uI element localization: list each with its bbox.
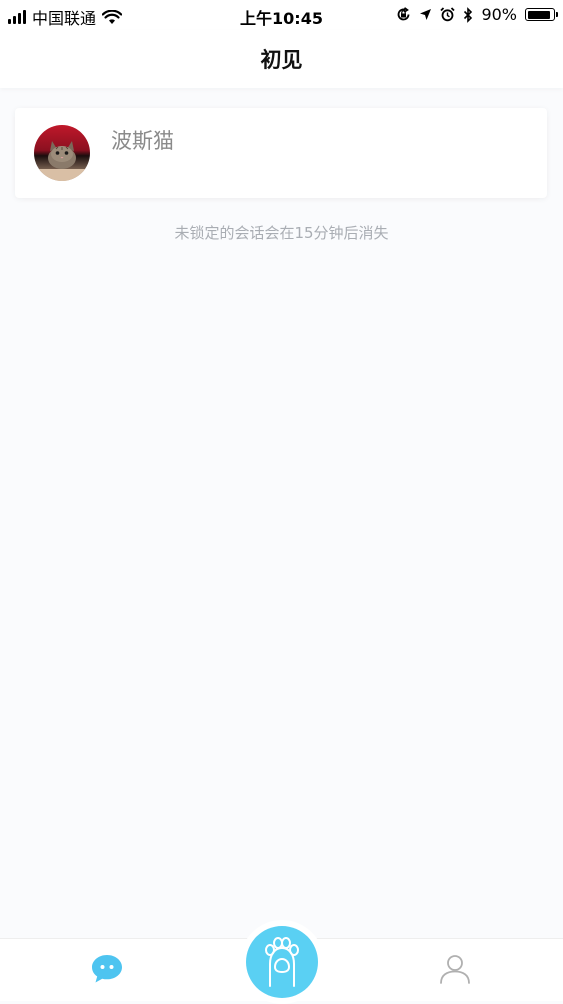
nav-bar: 初见 [0, 30, 563, 88]
paw-match-button[interactable] [240, 920, 324, 1004]
chat-bubble-icon [92, 955, 122, 983]
expiry-notice: 未锁定的会话会在15分钟后消失 [174, 224, 389, 242]
alarm-icon [440, 7, 456, 22]
status-right: 90% [396, 5, 558, 24]
bluetooth-icon [464, 6, 473, 23]
session-item[interactable]: 波斯猫 [15, 108, 547, 198]
session-name: 波斯猫 [111, 129, 174, 153]
page-title: 初见 [260, 48, 303, 72]
paw-icon [265, 937, 299, 987]
paw-button-circle [246, 926, 318, 998]
tab-profile[interactable] [438, 953, 472, 989]
cat-avatar-icon [34, 125, 90, 181]
battery-percent: 90% [481, 5, 517, 24]
battery-icon [525, 8, 558, 21]
location-icon [420, 9, 432, 20]
status-bar: 中国联通 上午10:45 90% [0, 0, 563, 30]
person-icon [440, 955, 470, 984]
orientation-lock-icon [398, 7, 410, 21]
battery-fill [527, 10, 550, 19]
tab-messages[interactable] [90, 953, 124, 989]
